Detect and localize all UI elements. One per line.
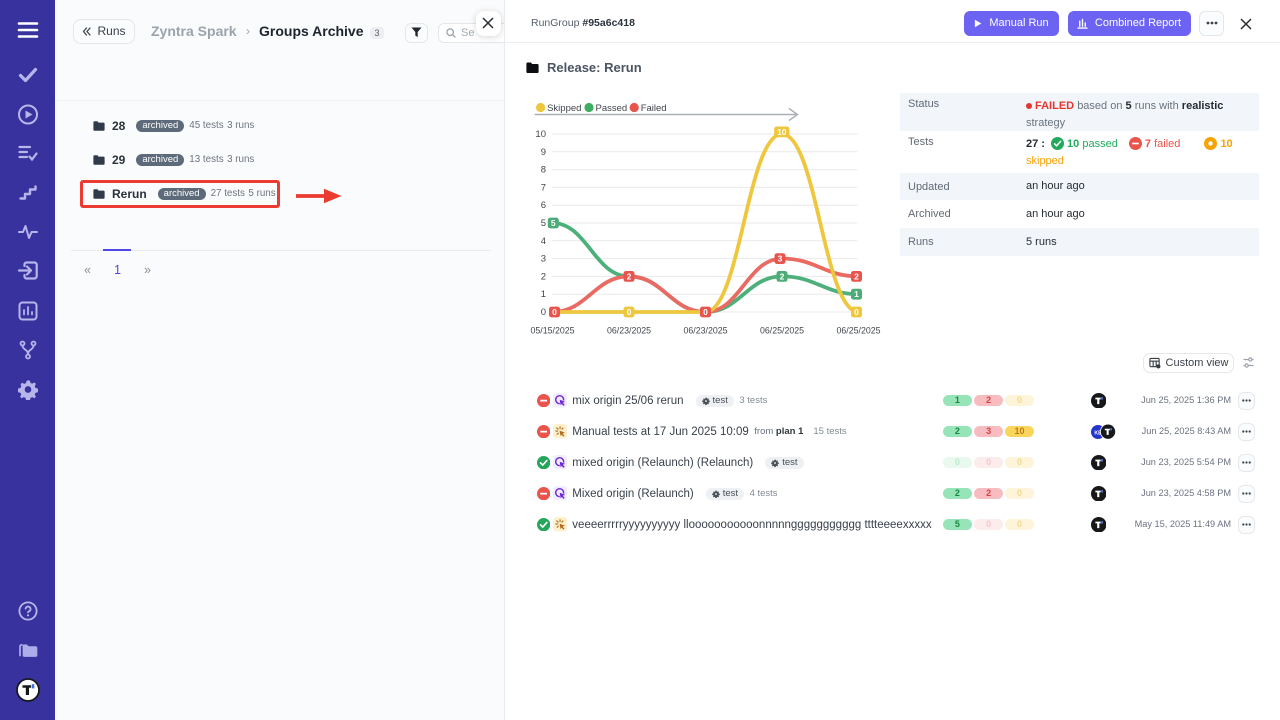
svg-text:10: 10 [535, 129, 546, 140]
svg-text:06/25/2025: 06/25/2025 [760, 326, 804, 336]
svg-text:4: 4 [541, 236, 546, 247]
svg-text:6: 6 [541, 200, 546, 211]
svg-text:06/23/2025: 06/23/2025 [607, 326, 651, 336]
svg-text:8: 8 [541, 165, 546, 176]
svg-text:5: 5 [541, 218, 546, 229]
svg-text:3: 3 [778, 254, 783, 264]
svg-text:1: 1 [854, 289, 859, 299]
svg-text:5: 5 [551, 218, 556, 228]
svg-text:2: 2 [541, 271, 546, 282]
svg-text:05/15/2025: 05/15/2025 [530, 326, 574, 336]
svg-text:9: 9 [541, 147, 546, 158]
svg-text:06/25/2025: 06/25/2025 [836, 326, 880, 336]
svg-text:7: 7 [541, 182, 546, 193]
svg-text:Passed: Passed [596, 103, 628, 114]
svg-text:3: 3 [541, 254, 546, 265]
svg-text:0: 0 [552, 307, 557, 317]
svg-text:0: 0 [627, 307, 632, 317]
svg-text:2: 2 [854, 271, 859, 281]
svg-text:2: 2 [780, 271, 785, 281]
svg-text:Failed: Failed [641, 103, 667, 114]
svg-text:0: 0 [854, 307, 859, 317]
svg-text:10: 10 [777, 127, 787, 137]
svg-text:Skipped: Skipped [547, 103, 581, 114]
svg-text:2: 2 [627, 271, 632, 281]
svg-text:0: 0 [541, 307, 546, 318]
svg-text:1: 1 [541, 289, 546, 300]
svg-text:0: 0 [703, 307, 708, 317]
svg-text:06/23/2025: 06/23/2025 [683, 326, 727, 336]
